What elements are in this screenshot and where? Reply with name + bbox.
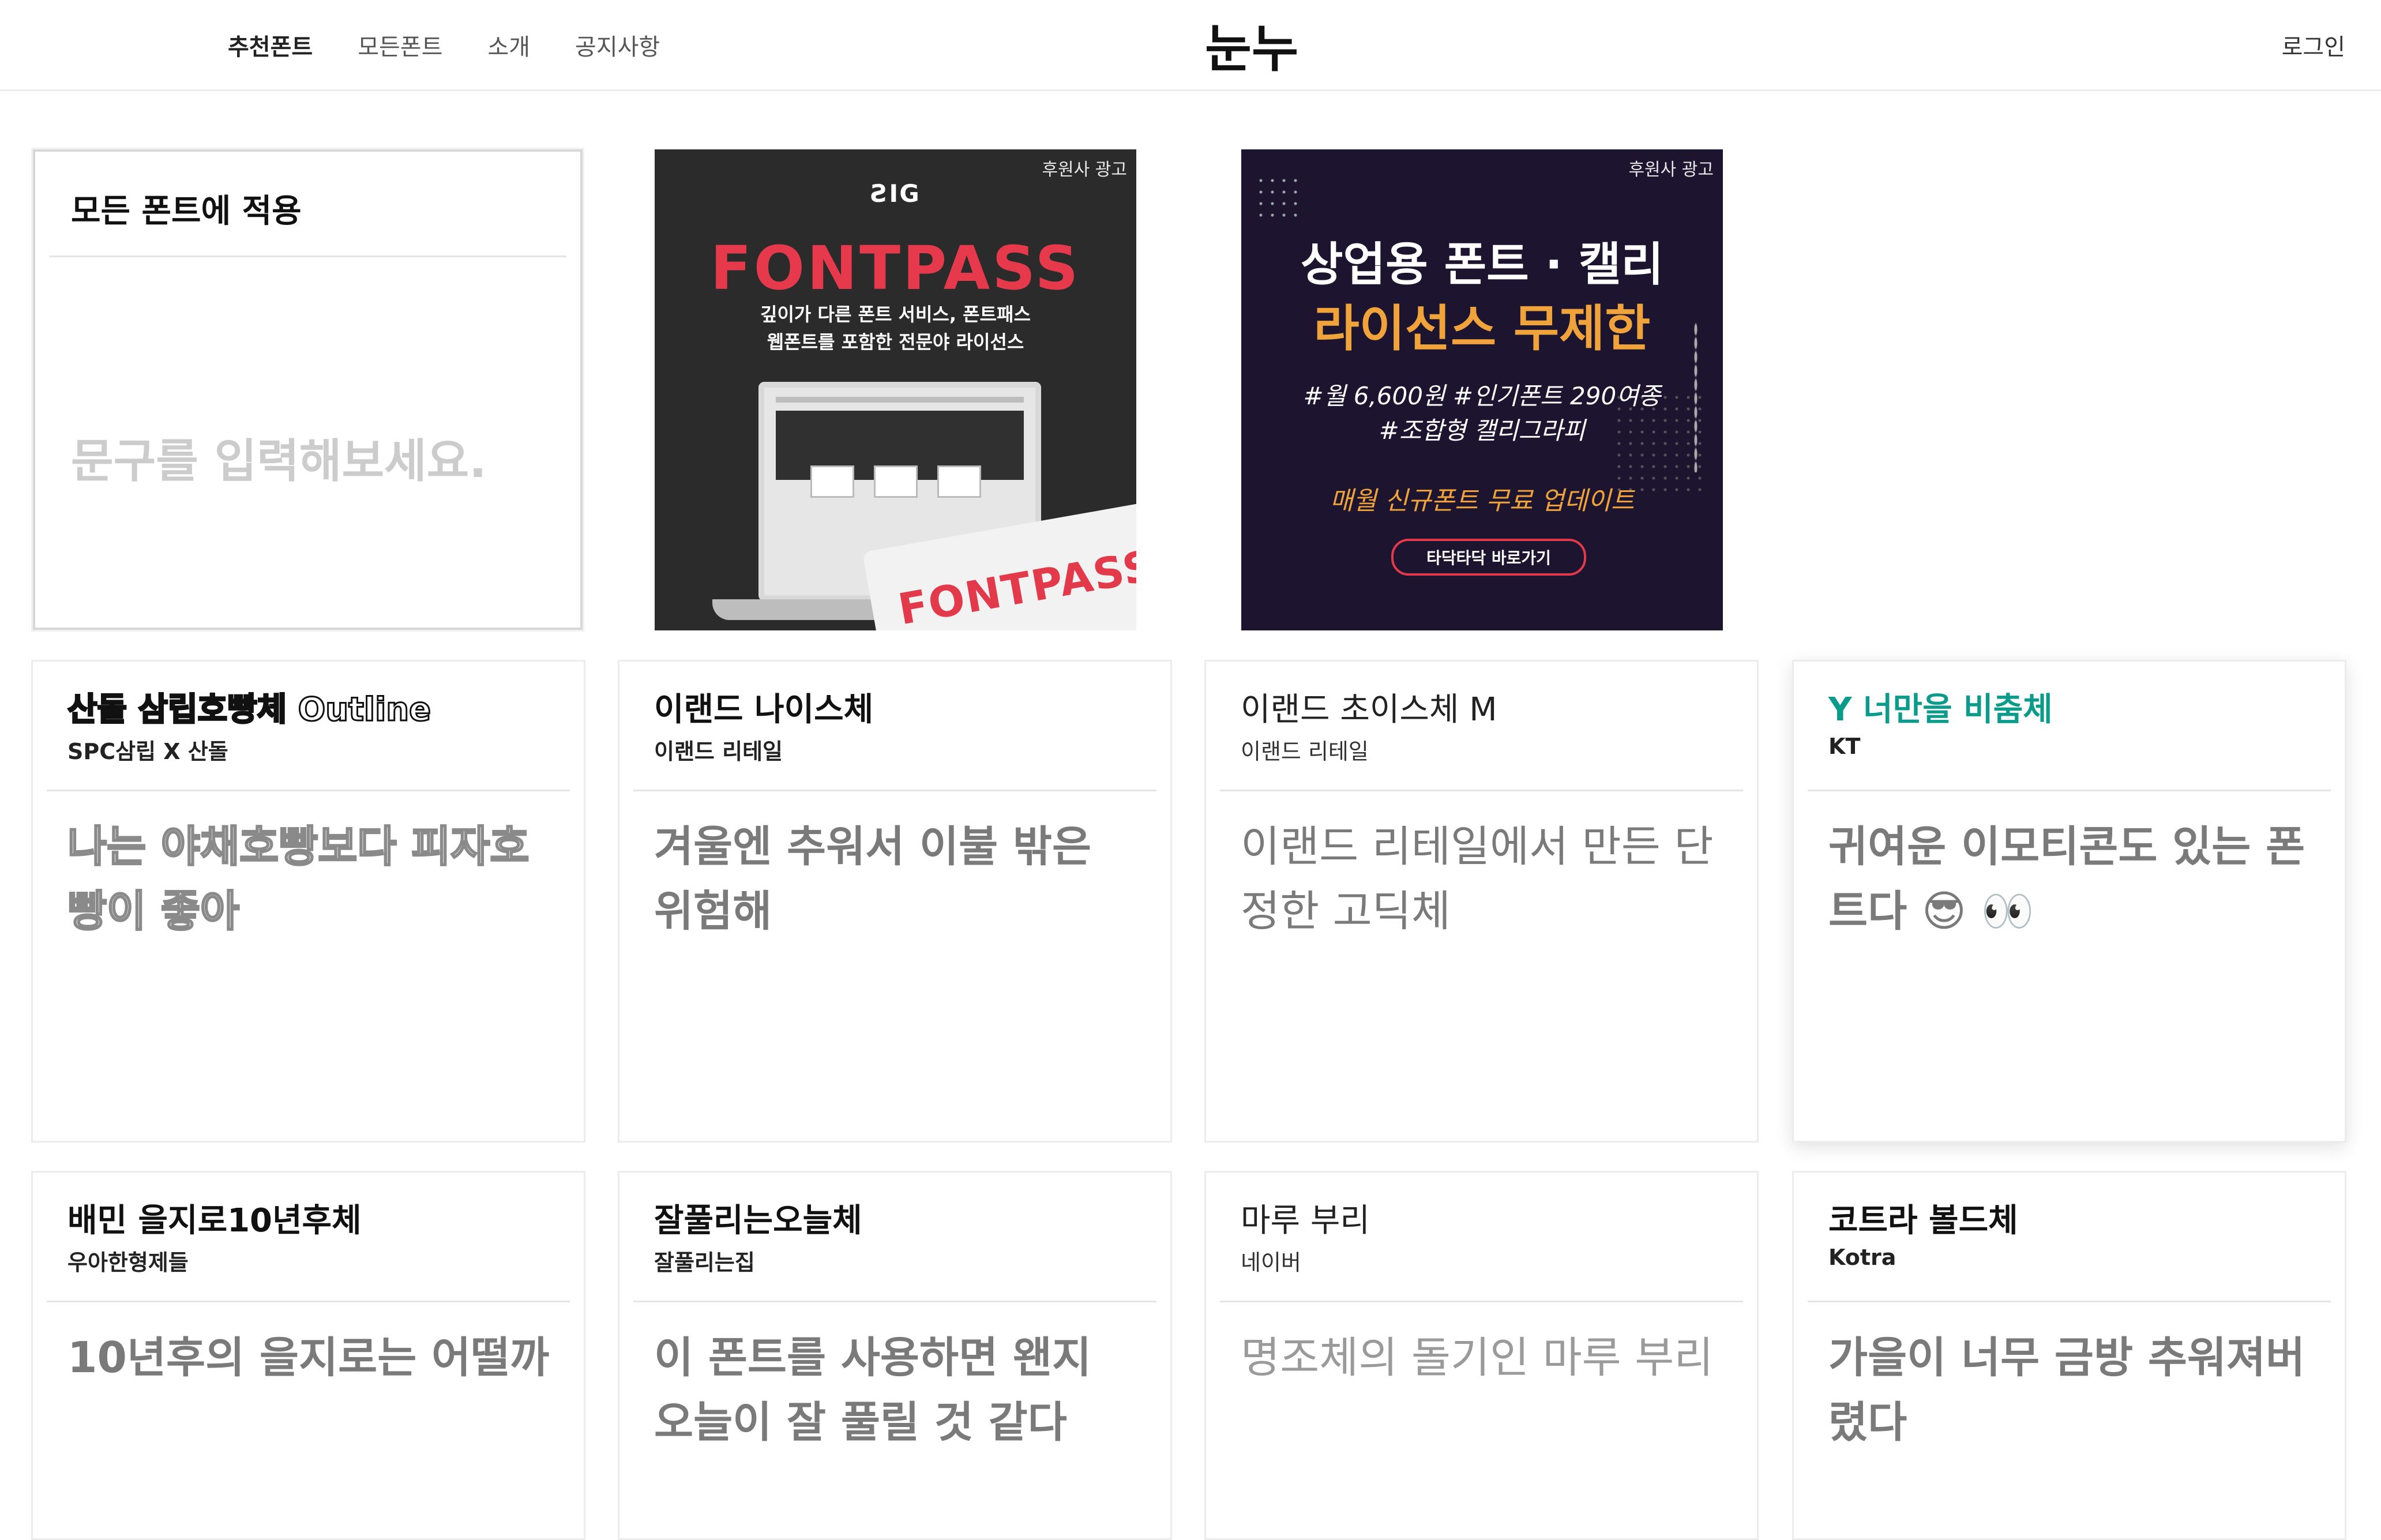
font-card-header: 배민 을지로10년후체 우아한형제들 (67, 1201, 549, 1276)
font-card-header: 코트라 볼드체 Kotra (1828, 1201, 2310, 1270)
font-maker: 네이버 (1241, 1250, 1301, 1276)
font-maker: 우아한형제들 (67, 1250, 189, 1276)
ad-badge: 후원사 광고 (1628, 160, 1714, 180)
font-name[interactable]: 이랜드 초이스체 M (1241, 690, 1722, 729)
ad-subtitle-line-2: 웹폰트를 포함한 전문야 라이선스 (767, 331, 1024, 353)
font-card-header: 이랜드 나이스체 이랜드 리테일 (654, 690, 1136, 765)
nav-all-fonts[interactable]: 모든폰트 (358, 28, 442, 62)
font-name[interactable]: 산돌 삼립호빵체 Outline (67, 690, 549, 729)
laptop-card (937, 465, 981, 498)
font-name[interactable]: 마루 부리 (1241, 1201, 1722, 1240)
card-divider (1220, 790, 1743, 791)
font-card[interactable]: 마루 부리 네이버 명조체의 돌기인 마루 부리 (1204, 1171, 1759, 1540)
font-sample-text: 10년후의 을지로는 어떨까 (67, 1333, 550, 1383)
font-maker: 이랜드 리테일 (1241, 739, 1369, 765)
ad-badge: 후원사 광고 (1042, 160, 1127, 180)
ad-hashtags-line-1: #월 6,600원 #인기폰트 290여종 (1303, 382, 1661, 410)
font-name[interactable]: 이랜드 나이스체 (654, 690, 1136, 729)
apply-card-divider (49, 256, 566, 257)
nav-notices[interactable]: 공지사항 (575, 28, 660, 62)
ad-subtitle-line-1: 깊이가 다른 폰트 서비스, 폰트패스 (760, 303, 1031, 325)
sample-text-input[interactable] (71, 434, 557, 488)
calligraphy-ad[interactable]: 후원사 광고 상업용 폰트 · 캘리 라이선스 무제한 #월 6,600원 #인… (1241, 149, 1723, 630)
laptop-navbar (776, 397, 1024, 403)
font-maker: 이랜드 리테일 (654, 739, 783, 765)
font-card-header: 산돌 삼립호빵체 Outline SPC삼립 X 산돌 (67, 690, 549, 765)
login-link[interactable]: 로그인 (2282, 0, 2345, 89)
card-divider (47, 790, 570, 791)
font-sample-text: 이 폰트를 사용하면 왠지 오늘이 잘 풀릴 것 같다 (654, 1333, 1092, 1447)
font-card[interactable]: 이랜드 초이스체 M 이랜드 리테일 이랜드 리테일에서 만든 단정한 고딕체 (1204, 660, 1759, 1143)
ad-title-highlight: 라이선스 무제한 (1313, 300, 1651, 358)
dot-pattern (1255, 175, 1301, 221)
nav-recommended-fonts[interactable]: 추천폰트 (228, 28, 313, 62)
laptop-card (874, 465, 918, 498)
font-card-header: 이랜드 초이스체 M 이랜드 리테일 (1241, 690, 1722, 765)
main-nav: 추천폰트 모든폰트 소개 공지사항 (228, 0, 705, 89)
card-divider (1808, 790, 2331, 791)
card-divider (633, 790, 1156, 791)
ad-title: 상업용 폰트 · 캘리 (1300, 238, 1664, 291)
font-card[interactable]: 코트라 볼드체 Kotra 가을이 너무 금방 추워져버렸다 (1792, 1171, 2346, 1540)
apply-card-title: 모든 폰트에 적용 (71, 193, 302, 230)
font-card-header: 잘풀리는오늘체 잘풀리는집 (654, 1201, 1136, 1276)
ad-subtitle: 깊이가 다른 폰트 서비스, 폰트패스 웹폰트를 포함한 전문야 라이선스 (655, 301, 1136, 356)
fontpass-ad[interactable]: 후원사 광고 ƧIG FONTPASS 깊이가 다른 폰트 서비스, 폰트패스 … (655, 149, 1136, 630)
font-sample-text: 나는 야채호빵보다 피자호빵이 좋아 (67, 821, 530, 937)
font-sample-text: 겨울엔 추워서 이불 밖은 위험해 (654, 822, 1092, 936)
font-name[interactable]: 코트라 볼드체 (1828, 1201, 2310, 1240)
font-maker: KT (1828, 734, 1861, 760)
font-card-header: Y 너만을 비춤체 KT (1828, 690, 2310, 759)
ad-hashtags: #월 6,600원 #인기폰트 290여종 #조합형 캘리그라피 (1241, 379, 1723, 448)
font-sample-text: 명조체의 돌기인 마루 부리 (1241, 1333, 1714, 1383)
laptop-card (810, 465, 854, 498)
top-header: 추천폰트 모든폰트 소개 공지사항 눈누 로그인 (0, 0, 2381, 91)
font-sample-text: 귀여운 이모티콘도 있는 폰트다 😎 👀 (1828, 822, 2305, 936)
ad-hashtags-line-2: #조합형 캘리그라피 (1379, 416, 1586, 445)
ad-title: FONTPASS (710, 233, 1081, 303)
font-maker: Kotra (1828, 1245, 1896, 1271)
card-divider (1808, 1301, 2331, 1302)
font-card-header: 마루 부리 네이버 (1241, 1201, 1722, 1276)
font-name[interactable]: 잘풀리는오늘체 (654, 1201, 1136, 1240)
font-card[interactable]: 잘풀리는오늘체 잘풀리는집 이 폰트를 사용하면 왠지 오늘이 잘 풀릴 것 같… (618, 1171, 1172, 1540)
font-name[interactable]: 배민 을지로10년후체 (67, 1201, 549, 1240)
font-card[interactable]: 배민 을지로10년후체 우아한형제들 10년후의 을지로는 어떨까 (31, 1171, 585, 1540)
ticket-text: FONTPASS (895, 540, 1136, 630)
font-card[interactable]: Y 너만을 비춤체 KT 귀여운 이모티콘도 있는 폰트다 😎 👀 (1792, 660, 2346, 1143)
ad-promo: 매월 신규폰트 무료 업데이트 (1330, 486, 1635, 516)
card-divider (47, 1301, 570, 1302)
card-divider (1220, 1301, 1743, 1302)
site-logo[interactable]: 눈누 (1182, 13, 1321, 78)
font-sample-text: 가을이 너무 금방 추워져버렸다 (1828, 1333, 2305, 1447)
font-maker: 잘풀리는집 (654, 1250, 755, 1276)
ad-brand-logo: ƧIG (870, 179, 921, 208)
apply-text-card: 모든 폰트에 적용 (33, 149, 583, 630)
font-card[interactable]: 산돌 삼립호빵체 Outline SPC삼립 X 산돌 나는 야채호빵보다 피자… (31, 660, 585, 1143)
card-divider (633, 1301, 1156, 1302)
font-name[interactable]: Y 너만을 비춤체 (1828, 690, 2310, 729)
ad-cta-button[interactable]: 타닥타닥 바로가기 (1391, 539, 1586, 576)
font-maker: SPC삼립 X 산돌 (67, 739, 228, 765)
nav-about[interactable]: 소개 (487, 28, 530, 62)
font-sample-text: 이랜드 리테일에서 만든 단정한 고딕체 (1241, 822, 1714, 936)
font-card[interactable]: 이랜드 나이스체 이랜드 리테일 겨울엔 추워서 이불 밖은 위험해 (618, 660, 1172, 1143)
